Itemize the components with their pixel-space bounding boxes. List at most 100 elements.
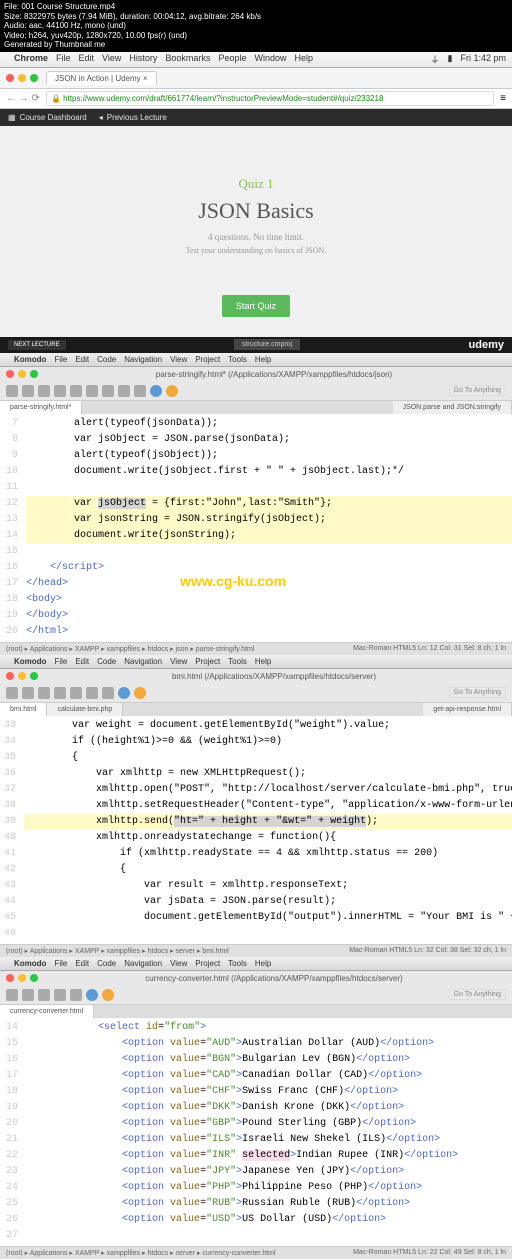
- code-lines[interactable]: <select id="from"> <option value="AUD">A…: [26, 1018, 512, 1246]
- code-line[interactable]: xmlhttp.send("ht=" + height + "&wt=" + w…: [24, 814, 512, 830]
- code-line[interactable]: var jsObject = JSON.parse(jsonData);: [26, 432, 512, 448]
- menu-tools[interactable]: Tools: [228, 959, 247, 968]
- menu-help[interactable]: Help: [255, 657, 271, 666]
- code-editor[interactable]: 7891011121314151617181920 alert(typeof(j…: [0, 414, 512, 642]
- tab-right[interactable]: JSON.parse and JSON.stringify: [393, 401, 512, 414]
- code-line[interactable]: <option value="GBP">Pound Sterling (GBP)…: [26, 1116, 512, 1132]
- menu-file[interactable]: File: [54, 959, 67, 968]
- debug-icon[interactable]: [102, 989, 114, 1001]
- toolbar-icon[interactable]: [86, 385, 98, 397]
- close-icon[interactable]: [6, 974, 14, 982]
- debug-icon[interactable]: [134, 687, 146, 699]
- new-icon[interactable]: [6, 385, 18, 397]
- code-lines[interactable]: var weight = document.getElementById("we…: [24, 716, 512, 944]
- code-line[interactable]: </script>: [26, 562, 104, 573]
- komodo-app[interactable]: Komodo: [14, 355, 46, 364]
- maximize-icon[interactable]: [30, 672, 38, 680]
- breadcrumb[interactable]: (root) ▸ Applications ▸ XAMPP ▸ xamppfil…: [6, 947, 229, 955]
- menu-tools[interactable]: Tools: [228, 355, 247, 364]
- browser-tab[interactable]: JSON in Action | Udemy ×: [46, 71, 157, 85]
- code-line[interactable]: <option value="ILS">Israeli New Shekel (…: [26, 1132, 512, 1148]
- code-line[interactable]: <option value="PHP">Philippine Peso (PHP…: [26, 1180, 512, 1196]
- menu-help[interactable]: Help: [255, 355, 271, 364]
- start-quiz-button[interactable]: Start Quiz: [222, 295, 290, 317]
- run-icon[interactable]: [118, 687, 130, 699]
- menu-edit[interactable]: Edit: [79, 53, 95, 66]
- menu-view[interactable]: View: [170, 959, 187, 968]
- breadcrumb[interactable]: (root) ▸ Applications ▸ XAMPP ▸ xamppfil…: [6, 645, 254, 653]
- code-line[interactable]: var jsonString = JSON.stringify(jsObject…: [26, 512, 512, 528]
- minimize-icon[interactable]: [18, 370, 26, 378]
- code-line[interactable]: var weight = document.getElementById("we…: [24, 718, 512, 734]
- menu-navigation[interactable]: Navigation: [124, 959, 162, 968]
- code-line[interactable]: xmlhttp.onreadystatechange = function(){: [24, 830, 512, 846]
- code-line[interactable]: <option value="AUD">Australian Dollar (A…: [26, 1036, 512, 1052]
- toolbar-icon[interactable]: [86, 687, 98, 699]
- close-icon[interactable]: [6, 672, 14, 680]
- komodo-app[interactable]: Komodo: [14, 657, 46, 666]
- menu-icon[interactable]: ≡: [500, 93, 506, 104]
- code-line[interactable]: <option value="BGN">Bulgarian Lev (BGN)<…: [26, 1052, 512, 1068]
- komodo-app[interactable]: Komodo: [14, 959, 46, 968]
- menu-help[interactable]: Help: [255, 959, 271, 968]
- code-line[interactable]: xmlhttp.open("POST", "http://localhost/s…: [24, 782, 512, 798]
- code-line[interactable]: <option value="JPY">Japanese Yen (JPY)</…: [26, 1164, 512, 1180]
- code-line[interactable]: <option value="CHF">Swiss Franc (CHF)</o…: [26, 1084, 512, 1100]
- menu-code[interactable]: Code: [97, 657, 116, 666]
- tab-calc-bmi[interactable]: calculate-bmi.php: [47, 703, 123, 716]
- code-line[interactable]: document.write(jsonString);: [26, 528, 512, 544]
- code-line[interactable]: </body>: [26, 610, 68, 621]
- code-line[interactable]: var jsObject = {first:"John",last:"Smith…: [26, 496, 512, 512]
- goto-input[interactable]: Go To Anything: [449, 385, 506, 396]
- app-name[interactable]: Chrome: [14, 53, 48, 66]
- toolbar-icon[interactable]: [22, 989, 34, 1001]
- wifi-icon[interactable]: ⏚: [431, 53, 440, 66]
- menu-tools[interactable]: Tools: [228, 657, 247, 666]
- menu-navigation[interactable]: Navigation: [124, 355, 162, 364]
- code-line[interactable]: var xmlhttp = new XMLHttpRequest();: [24, 766, 512, 782]
- code-line[interactable]: [26, 544, 512, 560]
- code-line[interactable]: <select id="from">: [26, 1020, 512, 1036]
- toolbar-icon[interactable]: [6, 989, 18, 1001]
- debug-icon[interactable]: [166, 385, 178, 397]
- toolbar-icon[interactable]: [70, 687, 82, 699]
- save-icon[interactable]: [38, 385, 50, 397]
- code-line[interactable]: <option value="USD">US Dollar (USD)</opt…: [26, 1212, 512, 1228]
- code-line[interactable]: document.getElementById("output").innerH…: [24, 910, 512, 926]
- menu-project[interactable]: Project: [195, 959, 220, 968]
- menu-project[interactable]: Project: [195, 657, 220, 666]
- code-line[interactable]: {: [24, 862, 512, 878]
- menu-window[interactable]: Window: [254, 53, 286, 66]
- code-editor[interactable]: 1415161718192021222324252627 <select id=…: [0, 1018, 512, 1246]
- code-lines[interactable]: alert(typeof(jsonData)); var jsObject = …: [26, 414, 512, 642]
- battery-icon[interactable]: ▮: [448, 53, 453, 66]
- toolbar-icon[interactable]: [38, 687, 50, 699]
- close-icon[interactable]: [6, 74, 14, 82]
- maximize-icon[interactable]: [30, 974, 38, 982]
- minimize-icon[interactable]: [18, 74, 26, 82]
- menu-navigation[interactable]: Navigation: [124, 657, 162, 666]
- toolbar-icon[interactable]: [70, 989, 82, 1001]
- next-lecture-button[interactable]: NEXT LECTURE: [8, 340, 66, 350]
- menu-help[interactable]: Help: [294, 53, 313, 66]
- toolbar-icon[interactable]: [22, 687, 34, 699]
- file-tab[interactable]: structure.cmproj: [234, 339, 300, 350]
- menu-view[interactable]: View: [102, 53, 121, 66]
- toolbar-icon[interactable]: [54, 989, 66, 1001]
- code-editor[interactable]: 3334353637383940414243444546 var weight …: [0, 716, 512, 944]
- menu-edit[interactable]: Edit: [75, 355, 89, 364]
- menu-file[interactable]: File: [56, 53, 71, 66]
- tab-parse-stringify[interactable]: parse-stringify.html*: [0, 401, 82, 414]
- code-line[interactable]: {: [24, 750, 512, 766]
- toolbar-icon[interactable]: [70, 385, 82, 397]
- code-line[interactable]: [24, 926, 512, 942]
- code-line[interactable]: <option value="INR" selected>Indian Rupe…: [26, 1148, 512, 1164]
- minimize-icon[interactable]: [18, 974, 26, 982]
- code-line[interactable]: var jsData = JSON.parse(result);: [24, 894, 512, 910]
- tab-api[interactable]: get-api-response.html: [423, 703, 512, 716]
- goto-input[interactable]: Go To Anything: [449, 687, 506, 698]
- code-line[interactable]: </head>: [26, 578, 68, 589]
- code-line[interactable]: [26, 480, 512, 496]
- menu-edit[interactable]: Edit: [75, 959, 89, 968]
- toolbar-icon[interactable]: [54, 687, 66, 699]
